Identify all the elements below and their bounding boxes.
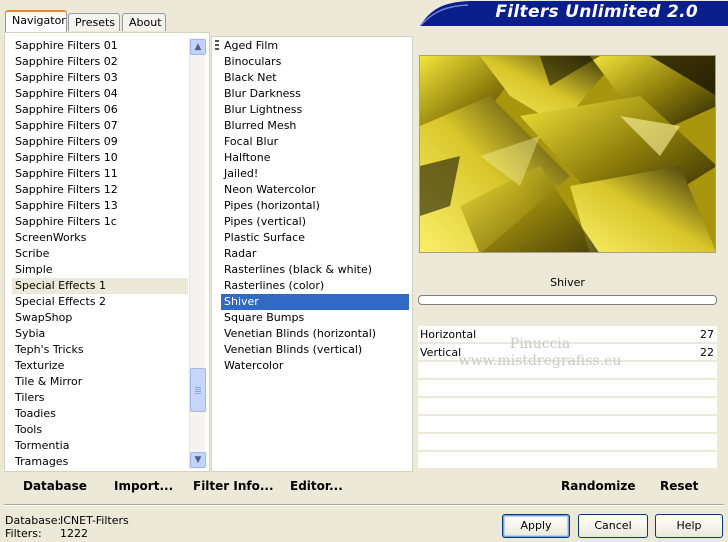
category-list-item[interactable]: Sapphire Filters 13 [12,198,188,214]
category-list-item[interactable]: SwapShop [12,310,188,326]
category-list-item[interactable]: Sybia [12,326,188,342]
category-list-item[interactable]: Sapphire Filters 1c [12,214,188,230]
category-list-item[interactable]: Sapphire Filters 09 [12,134,188,150]
grip-icon [215,40,219,52]
filter-list-item[interactable]: Venetian Blinds (horizontal) [221,326,409,342]
filter-name-label: Shiver [550,276,585,289]
filter-list-item[interactable]: Jailed! [221,166,409,182]
status-database-value: ICNET-Filters [60,514,129,527]
param-row-empty [418,416,717,433]
category-list-item[interactable]: Sapphire Filters 06 [12,102,188,118]
filter-info-button[interactable]: Filter Info... [193,478,274,494]
category-list-item[interactable]: Sapphire Filters 11 [12,166,188,182]
category-list-item[interactable]: Scribe [12,246,188,262]
category-list-item[interactable]: Sapphire Filters 12 [12,182,188,198]
category-list-item[interactable]: Texturize [12,358,188,374]
category-list-item[interactable]: Sapphire Filters 10 [12,150,188,166]
progress-bar [418,295,717,305]
filter-list-item[interactable]: Plastic Surface [221,230,409,246]
status-database-label: Database: [5,514,62,527]
category-list-item[interactable]: Tramages [12,454,188,470]
category-list-item[interactable]: Sapphire Filters 04 [12,86,188,102]
database-button[interactable]: Database [23,478,87,494]
param-value: 22 [700,346,714,359]
param-row-empty [418,452,717,469]
category-list-item[interactable]: Teph's Tricks [12,342,188,358]
preview-pattern [420,56,715,252]
category-list-item[interactable]: Sapphire Filters 02 [12,54,188,70]
category-list-item[interactable]: Sapphire Filters 01 [12,38,188,54]
filter-list-item[interactable]: Pipes (vertical) [221,214,409,230]
filter-list-item[interactable]: Rasterlines (black & white) [221,262,409,278]
title-banner: Filters Unlimited 2.0 [420,0,728,26]
filter-list-item[interactable]: Neon Watercolor [221,182,409,198]
help-button[interactable]: Help [655,514,723,538]
randomize-button[interactable]: Randomize [561,478,635,494]
filter-list-item[interactable]: Blur Lightness [221,102,409,118]
category-list-item[interactable]: ScreenWorks [12,230,188,246]
import-button[interactable]: Import... [114,478,173,494]
tab-about[interactable]: About [122,13,166,31]
param-row-empty [418,362,717,379]
app-title: Filters Unlimited 2.0 [495,2,698,22]
tab-navigator[interactable]: Navigator [5,10,67,32]
category-list-item[interactable]: Simple [12,262,188,278]
filter-list[interactable]: Aged Film Binoculars Black Net Blur Darknes… [221,38,409,374]
filter-list-item[interactable]: Blur Darkness [221,86,409,102]
filter-list-item[interactable]: Binoculars [221,54,409,70]
param-label: Vertical [420,346,462,359]
param-row-empty [418,434,717,451]
status-filters-value: 1222 [60,527,88,540]
filter-list-item[interactable]: Venetian Blinds (vertical) [221,342,409,358]
preview-image [419,55,716,253]
category-list-item[interactable]: Toadies [12,406,188,422]
apply-button[interactable]: Apply [502,514,570,538]
param-row-empty [418,380,717,397]
category-list-item[interactable]: Special Effects 1 [12,278,188,294]
filter-list-item[interactable]: Watercolor [221,358,409,374]
filter-list-item[interactable]: Focal Blur [221,134,409,150]
filter-list-item[interactable]: Square Bumps [221,310,409,326]
filter-list-item[interactable]: Pipes (horizontal) [221,198,409,214]
filter-list-item[interactable]: Shiver [221,294,409,310]
filter-list-item[interactable]: Rasterlines (color) [221,278,409,294]
cancel-button[interactable]: Cancel [578,514,648,538]
category-list-item[interactable]: Sapphire Filters 07 [12,118,188,134]
category-list-item[interactable]: Special Effects 2 [12,294,188,310]
category-list-item[interactable]: Sapphire Filters 03 [12,70,188,86]
filter-list-item[interactable]: Radar [221,246,409,262]
divider [4,505,724,506]
filter-list-item[interactable]: Halftone [221,150,409,166]
tab-presets[interactable]: Presets [68,13,120,31]
category-list-item[interactable]: Tools [12,422,188,438]
filter-list-item[interactable]: Aged Film [221,38,409,54]
filter-list-item[interactable]: Black Net [221,70,409,86]
category-list-item[interactable]: Tile & Mirror [12,374,188,390]
param-row-vertical[interactable]: Vertical 22 [418,344,717,361]
scroll-down-button[interactable]: ▼ [190,452,206,468]
scroll-up-button[interactable]: ▲ [190,39,206,55]
param-value: 27 [700,328,714,341]
param-label: Horizontal [420,328,477,341]
category-list-item[interactable]: Tormentia [12,438,188,454]
status-filters-label: Filters: [5,527,42,540]
reset-button[interactable]: Reset [660,478,698,494]
editor-button[interactable]: Editor... [290,478,343,494]
category-list[interactable]: Sapphire Filters 01 Sapphire Filters 02 Sa… [12,38,188,470]
param-row-horizontal[interactable]: Horizontal 27 [418,326,717,343]
param-row-empty [418,398,717,415]
filter-list-item[interactable]: Blurred Mesh [221,118,409,134]
category-scrollbar[interactable]: ▲ ▼ [189,38,206,469]
scroll-thumb[interactable] [190,368,206,412]
category-list-item[interactable]: Tilers [12,390,188,406]
